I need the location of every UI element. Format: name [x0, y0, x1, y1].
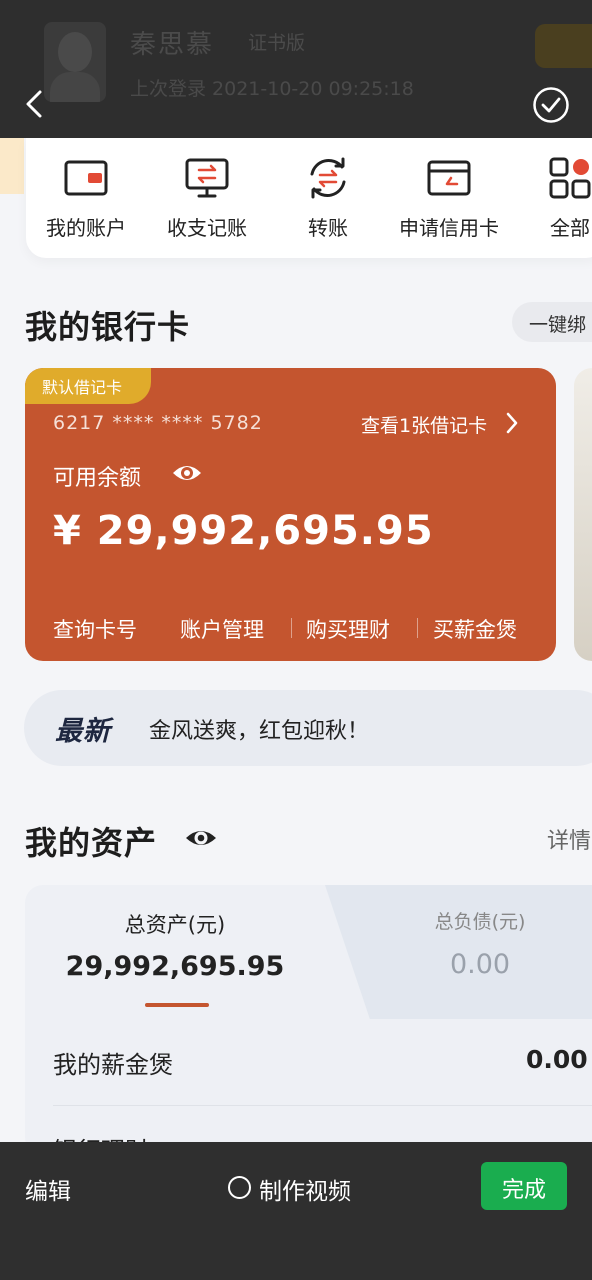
- confirm-check-icon[interactable]: [532, 86, 570, 124]
- transfer-icon: [310, 157, 346, 199]
- make-video-label: 制作视频: [259, 1179, 351, 1205]
- done-button[interactable]: 完成: [481, 1162, 567, 1210]
- divider: [53, 1105, 592, 1106]
- promo-strip: [0, 138, 24, 194]
- balance-label: 可用余额: [53, 466, 142, 491]
- bank-cards-title: 我的银行卡: [25, 308, 191, 346]
- buy-salary-fund-button[interactable]: 买薪金煲: [433, 614, 517, 644]
- last-login-time: 上次登录 2021-10-20 09:25:18: [130, 78, 414, 100]
- tab-total-debt[interactable]: 总负债(元): [365, 907, 592, 934]
- quick-menu-credit-card[interactable]: 申请信用卡: [389, 156, 509, 241]
- news-text: 金风送爽，红包迎秋！: [149, 719, 370, 744]
- assets-detail-link[interactable]: 详情: [547, 823, 591, 855]
- account-management-button[interactable]: 账户管理: [180, 614, 264, 644]
- tab-total-assets[interactable]: 总资产(元): [25, 909, 325, 939]
- bottom-toolbar: 编辑 制作视频 完成: [0, 1142, 592, 1280]
- news-tag: 最新: [55, 716, 111, 747]
- eye-icon[interactable]: [184, 823, 218, 853]
- assets-card: 总资产(元) 29,992,695.95 总负债(元) 0.00 我的薪金煲 0…: [25, 885, 592, 1155]
- header-chip: [535, 24, 592, 68]
- card-actions: 查询卡号 账户管理 购买理财 买薪金煲: [25, 614, 556, 642]
- balance-amount: ¥ 29,992,695.95: [53, 508, 434, 554]
- ledger-icon: [185, 158, 229, 198]
- user-name: 秦思慕: [130, 30, 215, 60]
- view-cards-link[interactable]: 查看1张借记卡: [361, 411, 487, 438]
- next-bank-card[interactable]: [574, 368, 592, 661]
- active-tab-indicator: [145, 1003, 209, 1007]
- total-assets-value: 29,992,695.95: [65, 951, 285, 982]
- one-click-bind-button[interactable]: 一键绑: [512, 302, 592, 342]
- asset-row-label[interactable]: 我的薪金煲: [53, 1045, 173, 1080]
- news-banner[interactable]: 最新 金风送爽，红包迎秋！: [24, 690, 592, 766]
- assets-title: 我的资产: [25, 824, 158, 862]
- credit-card-icon: [427, 160, 471, 196]
- total-debt-value: 0.00: [449, 949, 511, 980]
- chevron-right-icon: [506, 412, 518, 434]
- card-number: 6217 **** **** 5782: [53, 412, 263, 434]
- query-card-number-button[interactable]: 查询卡号: [53, 614, 137, 644]
- wallet-icon: [64, 160, 108, 196]
- quick-menu-ledger[interactable]: 收支记账: [147, 156, 267, 241]
- buy-wealth-product-button[interactable]: 购买理财: [306, 614, 390, 644]
- version-badge: 证书版: [248, 32, 306, 54]
- radio-icon[interactable]: [228, 1176, 251, 1199]
- quick-menu-my-account[interactable]: 我的账户: [26, 156, 146, 241]
- edit-button[interactable]: 编辑: [25, 1172, 71, 1206]
- bank-card[interactable]: 默认借记卡 6217 **** **** 5782 查看1张借记卡 可用余额 ¥…: [25, 368, 556, 661]
- asset-row-value: 0.00: [526, 1045, 588, 1074]
- card-tag: 默认借记卡: [25, 368, 151, 404]
- grid-icon: [549, 157, 591, 199]
- quick-menu-all[interactable]: 全部: [510, 156, 592, 241]
- make-video-option[interactable]: 制作视频: [228, 1172, 368, 1205]
- quick-menu: 我的账户 收支记账 转账 申请信用卡 全部: [26, 138, 592, 258]
- eye-icon[interactable]: [171, 458, 203, 488]
- quick-menu-transfer[interactable]: 转账: [268, 156, 388, 241]
- back-icon[interactable]: [18, 86, 54, 122]
- top-overlay: 秦思慕 证书版 上次登录 2021-10-20 09:25:18: [0, 0, 592, 138]
